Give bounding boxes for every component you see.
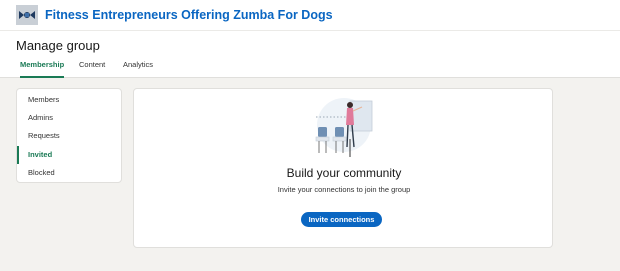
tab-content[interactable]: Content bbox=[79, 60, 105, 78]
group-name-link[interactable]: Fitness Entrepreneurs Offering Zumba For… bbox=[45, 8, 333, 22]
empty-state-card: Build your community Invite your connect… bbox=[133, 88, 553, 248]
tab-membership[interactable]: Membership bbox=[20, 60, 65, 78]
top-header: Fitness Entrepreneurs Offering Zumba For… bbox=[0, 0, 620, 78]
page-title: Manage group bbox=[16, 38, 100, 53]
group-logo-icon[interactable] bbox=[16, 5, 38, 25]
sidebar-item-requests[interactable]: Requests bbox=[17, 127, 123, 145]
sidebar-item-admins[interactable]: Admins bbox=[17, 109, 123, 127]
group-header: Fitness Entrepreneurs Offering Zumba For… bbox=[0, 0, 620, 31]
sidebar-item-invited[interactable]: Invited bbox=[17, 146, 123, 164]
invite-connections-button[interactable]: Invite connections bbox=[301, 212, 382, 227]
sidebar-item-members[interactable]: Members bbox=[17, 91, 123, 109]
tab-analytics[interactable]: Analytics bbox=[123, 60, 153, 78]
community-illustration bbox=[310, 95, 380, 166]
empty-state-subtitle: Invite your connections to join the grou… bbox=[277, 185, 411, 194]
sidebar-item-blocked[interactable]: Blocked bbox=[17, 164, 123, 182]
membership-sidebar: Members Admins Requests Invited Blocked bbox=[16, 88, 122, 183]
empty-state-title: Build your community bbox=[286, 166, 402, 180]
